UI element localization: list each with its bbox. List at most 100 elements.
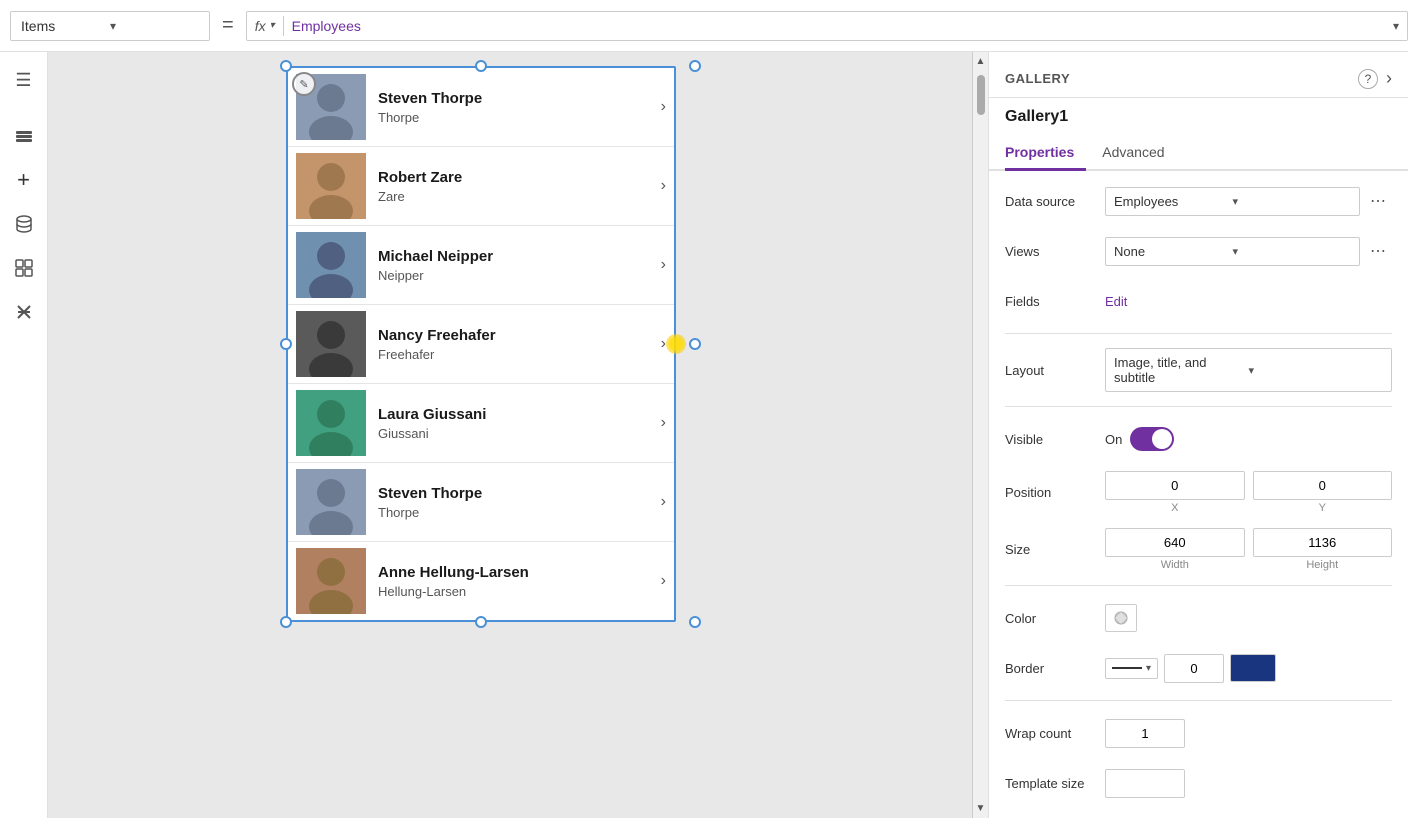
size-inputs: Width Height bbox=[1105, 528, 1392, 571]
data-icon[interactable] bbox=[4, 204, 44, 244]
handle-mid-left[interactable] bbox=[280, 338, 292, 350]
gallery-item-name-7: Anne Hellung-Larsen bbox=[378, 564, 649, 581]
handle-bottom-mid[interactable] bbox=[475, 616, 487, 628]
fields-control: Edit bbox=[1105, 294, 1392, 309]
position-label: Position bbox=[1005, 485, 1105, 500]
gallery-component[interactable]: ✎ Steven Thorpe Thorpe bbox=[286, 66, 676, 622]
template-size-input[interactable] bbox=[1105, 769, 1185, 798]
divider-1 bbox=[1005, 333, 1392, 334]
handle-bottom-left[interactable] bbox=[280, 616, 292, 628]
gallery-item-4[interactable]: Nancy Freehafer Freehafer › bbox=[288, 305, 674, 384]
fx-label: fx ▾ bbox=[255, 18, 275, 34]
size-width-label: Width bbox=[1161, 559, 1189, 571]
position-y-field: Y bbox=[1253, 471, 1393, 514]
handle-top-left[interactable] bbox=[280, 60, 292, 72]
color-swatch[interactable] bbox=[1105, 604, 1137, 632]
handle-bottom-right[interactable] bbox=[689, 616, 701, 628]
items-chevron: ▾ bbox=[110, 19, 199, 33]
position-control: X Y bbox=[1105, 471, 1392, 514]
position-inputs: X Y bbox=[1105, 471, 1392, 514]
person-photo-4 bbox=[296, 311, 366, 377]
panel-forward-button[interactable]: › bbox=[1386, 68, 1392, 89]
visible-toggle-switch[interactable] bbox=[1130, 427, 1174, 451]
tab-advanced[interactable]: Advanced bbox=[1102, 136, 1176, 171]
layers-icon[interactable] bbox=[4, 116, 44, 156]
layout-dropdown[interactable]: Image, title, and subtitle ▾ bbox=[1105, 348, 1392, 392]
gallery-name: Gallery1 bbox=[989, 98, 1408, 136]
visible-control: On bbox=[1105, 427, 1392, 451]
views-dropdown[interactable]: None ▾ bbox=[1105, 237, 1360, 266]
position-y-input[interactable] bbox=[1253, 471, 1393, 500]
handle-top-mid[interactable] bbox=[475, 60, 487, 72]
border-color-swatch[interactable] bbox=[1230, 654, 1276, 682]
data-source-value: Employees bbox=[1114, 194, 1233, 209]
help-button[interactable]: ? bbox=[1358, 69, 1378, 89]
wrap-count-input[interactable] bbox=[1105, 719, 1185, 748]
panel-body: Data source Employees ▾ ⋯ Views None ▾ bbox=[989, 171, 1408, 818]
layout-label: Layout bbox=[1005, 363, 1105, 378]
views-control: None ▾ ⋯ bbox=[1105, 237, 1392, 266]
gallery-item-arrow-2: › bbox=[661, 177, 666, 195]
gallery-item-name-4: Nancy Freehafer bbox=[378, 327, 649, 344]
scrollbar-thumb[interactable] bbox=[977, 75, 985, 115]
size-height-input[interactable] bbox=[1253, 528, 1393, 557]
data-source-chevron: ▾ bbox=[1233, 195, 1352, 208]
color-row: Color bbox=[1005, 600, 1392, 636]
border-control: ▾ bbox=[1105, 654, 1392, 683]
media-icon[interactable] bbox=[4, 248, 44, 288]
gallery-item-sub-4: Freehafer bbox=[378, 347, 649, 362]
tools-icon[interactable] bbox=[4, 292, 44, 332]
canvas-area: ✎ Steven Thorpe Thorpe bbox=[48, 52, 988, 818]
visible-toggle-container: On bbox=[1105, 427, 1174, 451]
fields-label: Fields bbox=[1005, 294, 1105, 309]
data-source-dropdown[interactable]: Employees ▾ bbox=[1105, 187, 1360, 216]
fields-edit-link[interactable]: Edit bbox=[1105, 294, 1127, 309]
wrap-count-label: Wrap count bbox=[1005, 726, 1105, 741]
views-more[interactable]: ⋯ bbox=[1364, 237, 1392, 265]
layout-control: Image, title, and subtitle ▾ bbox=[1105, 348, 1392, 392]
person-photo-7 bbox=[296, 548, 366, 614]
scrollbar-up-arrow[interactable]: ▲ bbox=[976, 52, 986, 71]
border-value-input[interactable] bbox=[1164, 654, 1224, 683]
scrollbar-down-arrow[interactable]: ▼ bbox=[976, 799, 986, 818]
tab-properties[interactable]: Properties bbox=[1005, 136, 1086, 171]
border-line-chevron: ▾ bbox=[1146, 663, 1151, 674]
position-x-input[interactable] bbox=[1105, 471, 1245, 500]
panel-header: GALLERY ? › bbox=[989, 52, 1408, 98]
gallery-item-3[interactable]: Michael Neipper Neipper › bbox=[288, 226, 674, 305]
views-row: Views None ▾ ⋯ bbox=[1005, 233, 1392, 269]
edit-pencil[interactable]: ✎ bbox=[292, 72, 316, 96]
layout-chevron: ▾ bbox=[1249, 364, 1384, 377]
gallery-selection-wrapper: ✎ Steven Thorpe Thorpe bbox=[286, 66, 676, 622]
layout-row: Layout Image, title, and subtitle ▾ bbox=[1005, 348, 1392, 392]
items-dropdown[interactable]: Items ▾ bbox=[10, 11, 210, 41]
layout-value: Image, title, and subtitle bbox=[1114, 355, 1249, 385]
border-line-selector[interactable]: ▾ bbox=[1105, 658, 1158, 679]
gallery-item-name-1: Steven Thorpe bbox=[378, 90, 649, 107]
gallery-item-text-3: Michael Neipper Neipper bbox=[366, 248, 661, 283]
handle-top-right[interactable] bbox=[689, 60, 701, 72]
gallery-item-5[interactable]: Laura Giussani Giussani › bbox=[288, 384, 674, 463]
top-bar: Items ▾ = fx ▾ Employees ▾ bbox=[0, 0, 1408, 52]
canvas-scrollbar[interactable]: ▲ ▼ bbox=[972, 52, 988, 818]
items-label: Items bbox=[21, 18, 110, 34]
data-source-more[interactable]: ⋯ bbox=[1364, 187, 1392, 215]
main-layout: ☰ + bbox=[0, 52, 1408, 818]
add-icon[interactable]: + bbox=[4, 160, 44, 200]
size-width-input[interactable] bbox=[1105, 528, 1245, 557]
gallery-item[interactable]: Steven Thorpe Thorpe › bbox=[288, 68, 674, 147]
template-size-control bbox=[1105, 769, 1392, 798]
handle-mid-right[interactable] bbox=[689, 338, 701, 350]
size-height-label: Height bbox=[1306, 559, 1338, 571]
gallery-item-text-5: Laura Giussani Giussani bbox=[366, 406, 661, 441]
gallery-item-2[interactable]: Robert Zare Zare › bbox=[288, 147, 674, 226]
person-photo-2 bbox=[296, 153, 366, 219]
gallery-item-6[interactable]: Steven Thorpe Thorpe › bbox=[288, 463, 674, 542]
size-control: Width Height bbox=[1105, 528, 1392, 571]
size-row: Size Width Height bbox=[1005, 528, 1392, 571]
formula-bar[interactable]: fx ▾ Employees ▾ bbox=[246, 11, 1408, 41]
position-row: Position X Y bbox=[1005, 471, 1392, 514]
menu-icon[interactable]: ☰ bbox=[4, 60, 44, 100]
data-source-row: Data source Employees ▾ ⋯ bbox=[1005, 183, 1392, 219]
gallery-item-7[interactable]: Anne Hellung-Larsen Hellung-Larsen › bbox=[288, 542, 674, 620]
